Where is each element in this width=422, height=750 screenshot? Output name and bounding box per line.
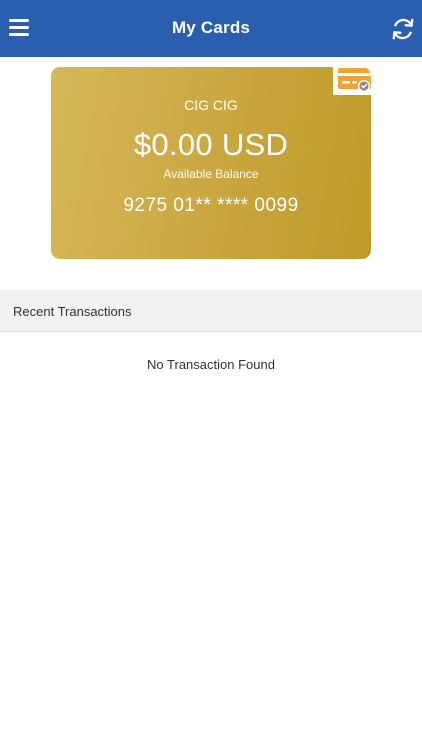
payment-card[interactable]: CIG CIG $0.00 USD Available Balance 9275… [51, 67, 371, 259]
section-title: Recent Transactions [13, 304, 132, 319]
card-balance: $0.00 USD [133, 127, 289, 162]
page-title: My Cards [171, 18, 251, 37]
balance-label: Available Balance [163, 167, 259, 181]
card-badge [333, 67, 371, 95]
card-check-icon [338, 68, 371, 92]
empty-transactions-message: No Transaction Found [147, 357, 275, 372]
app-bar: My Cards [0, 0, 422, 57]
refresh-icon [392, 18, 414, 40]
card-holder-name: CIG CIG [184, 97, 238, 113]
refresh-button[interactable] [390, 16, 416, 42]
card-number: 9275 01** **** 0099 [123, 195, 299, 216]
recent-transactions-header: Recent Transactions [0, 290, 422, 332]
